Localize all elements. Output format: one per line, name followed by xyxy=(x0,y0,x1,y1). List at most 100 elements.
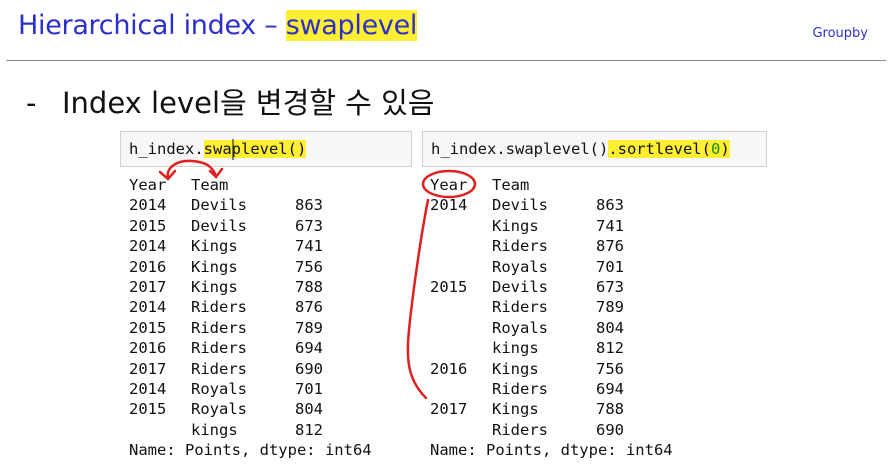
right-output-footer: Name: Points, dtype: int64 xyxy=(430,441,673,460)
left-output-data-cell: 2014 xyxy=(129,237,167,256)
left-output-data-row: 2014 Royals 701 xyxy=(129,379,372,399)
right-output-data-row: Riders 789 xyxy=(430,297,673,317)
right-output-data-row: 2017 Kings 788 xyxy=(430,399,673,419)
right-output-data-row: 2016 Kings 756 xyxy=(430,359,673,379)
left-output-header-row: Year Team xyxy=(129,175,372,195)
bullet-text: Index level을 변경할 수 있음 xyxy=(62,86,435,120)
left-output-data-cell: 673 xyxy=(295,216,323,235)
right-output-data-cell: 741 xyxy=(596,216,624,235)
left-output-data-row: 2017 Kings 788 xyxy=(129,277,372,297)
left-output-data-cell: Riders xyxy=(191,339,247,358)
left-output-data-cell: 876 xyxy=(295,298,323,317)
left-output-data-cell: Riders xyxy=(191,298,247,317)
slide-title-text: Hierarchical index – xyxy=(18,10,286,41)
left-output-data-cell: kings xyxy=(191,420,238,439)
right-output-data-row: Royals 804 xyxy=(430,318,673,338)
left-output-data-cell: 863 xyxy=(295,196,323,215)
right-code-cell[interactable]: h_index.swaplevel().sortlevel(0) xyxy=(422,131,767,167)
right-output-data-row: Kings 741 xyxy=(430,216,673,236)
right-output-data-cell: 2015 xyxy=(430,277,468,296)
right-code-method: .sortlevel( xyxy=(608,140,711,158)
left-code-highlight: swaplevel() xyxy=(203,140,307,158)
right-output-data-cell: Royals xyxy=(492,318,548,337)
right-code-highlight: .sortlevel(0) xyxy=(608,140,730,158)
right-output-data-row: Riders 876 xyxy=(430,236,673,256)
left-output-data-cell: 2015 xyxy=(129,216,167,235)
title-divider xyxy=(6,60,886,61)
left-output-data-row: 2015 Devils 673 xyxy=(129,216,372,236)
right-output-data-cell: 2016 xyxy=(430,359,468,378)
left-output-data-cell: 741 xyxy=(295,237,323,256)
left-output-data-cell: 2015 xyxy=(129,400,167,419)
right-output-data-row: 2014 Devils 863 xyxy=(430,195,673,215)
left-output-data-cell: 756 xyxy=(295,257,323,276)
left-output-data-cell: Riders xyxy=(191,318,247,337)
right-output-data-cell: kings xyxy=(492,339,539,358)
right-output-data-row: Riders 690 xyxy=(430,420,673,440)
grouping-bracket-annotation xyxy=(406,198,430,400)
left-output-data-row: 2016 Riders 694 xyxy=(129,338,372,358)
right-output-data-cell: 2017 xyxy=(430,400,468,419)
right-output-data-row: 2015 Devils 673 xyxy=(430,277,673,297)
left-output-data-cell: Riders xyxy=(191,359,247,378)
right-output-data-cell: 694 xyxy=(596,379,624,398)
right-output: Year Team 2014 Devils 863 Kings 741 Riders 876 Ro… xyxy=(430,175,673,460)
left-output-data-cell: 694 xyxy=(295,339,323,358)
right-code-arg: 0 xyxy=(710,140,721,158)
left-output-data-cell: Devils xyxy=(191,216,247,235)
slide-title-highlight: swaplevel xyxy=(285,10,418,41)
right-output-data-cell: Kings xyxy=(492,216,539,235)
left-output-data-cell: 2016 xyxy=(129,257,167,276)
left-code-cell[interactable]: h_index.swaplevel() xyxy=(120,131,412,167)
left-output-data-cell: 812 xyxy=(295,420,323,439)
right-output-data-cell: Devils xyxy=(492,277,548,296)
left-output-data-row: 2014 Devils 863 xyxy=(129,195,372,215)
right-output-data-cell: 788 xyxy=(596,400,624,419)
right-code-close: ) xyxy=(720,140,730,158)
right-output-data-cell: 701 xyxy=(596,257,624,276)
right-output-data-cell: 673 xyxy=(596,277,624,296)
left-output-data-cell: 701 xyxy=(295,379,323,398)
right-output-data-cell: 2014 xyxy=(430,196,468,215)
left-output-data-cell: 690 xyxy=(295,359,323,378)
left-output: Year Team 2014 Devils 863 2015 Devils 673 2014 Ki… xyxy=(129,175,372,460)
right-output-data-cell: Riders xyxy=(492,298,548,317)
right-output-header-row: Year Team xyxy=(430,175,673,195)
left-output-data-cell: 804 xyxy=(295,400,323,419)
left-output-data-cell: 789 xyxy=(295,318,323,337)
left-output-footer: Name: Points, dtype: int64 xyxy=(129,441,372,460)
right-output-data-cell: 812 xyxy=(596,339,624,358)
right-output-data-cell: 756 xyxy=(596,359,624,378)
left-code-prefix: h_index. xyxy=(129,140,204,158)
right-output-data-cell: Riders xyxy=(492,237,548,256)
left-output-data-row: 2015 Royals 804 xyxy=(129,399,372,419)
right-output-data-cell: Royals xyxy=(492,257,548,276)
right-output-data-cell: 876 xyxy=(596,237,624,256)
left-output-header-cell: Year xyxy=(129,176,167,194)
left-output-data-cell: Kings xyxy=(191,237,238,256)
left-output-data-cell: Kings xyxy=(191,257,238,276)
bullet-dash: - xyxy=(26,86,37,120)
right-output-data-row: Riders 694 xyxy=(430,379,673,399)
left-output-data-cell: Kings xyxy=(191,277,238,296)
left-output-data-cell: 2017 xyxy=(129,277,167,296)
left-output-header-cell: Team xyxy=(191,176,229,194)
left-output-data-row: 2014 Kings 741 xyxy=(129,236,372,256)
left-output-data-cell: 788 xyxy=(295,277,323,296)
right-code-prefix: h_index.swaplevel() xyxy=(431,140,609,158)
right-output-header-cell: Year xyxy=(430,176,468,194)
right-output-header-cell: Team xyxy=(492,176,530,194)
left-output-data-row: 2015 Riders 789 xyxy=(129,318,372,338)
right-output-data-cell: 690 xyxy=(596,420,624,439)
right-output-data-cell: Riders xyxy=(492,379,548,398)
right-output-data-row: kings 812 xyxy=(430,338,673,358)
left-output-data-cell: 2017 xyxy=(129,359,167,378)
right-output-data-row: Royals 701 xyxy=(430,257,673,277)
left-output-data-cell: 2015 xyxy=(129,318,167,337)
left-output-data-cell: 2014 xyxy=(129,298,167,317)
right-output-data-cell: Kings xyxy=(492,359,539,378)
left-output-data-row: kings 812 xyxy=(129,420,372,440)
right-output-data-cell: 863 xyxy=(596,196,624,215)
bullet-point: - Index level을 변경할 수 있음 xyxy=(26,80,434,122)
left-output-data-row: 2014 Riders 876 xyxy=(129,297,372,317)
